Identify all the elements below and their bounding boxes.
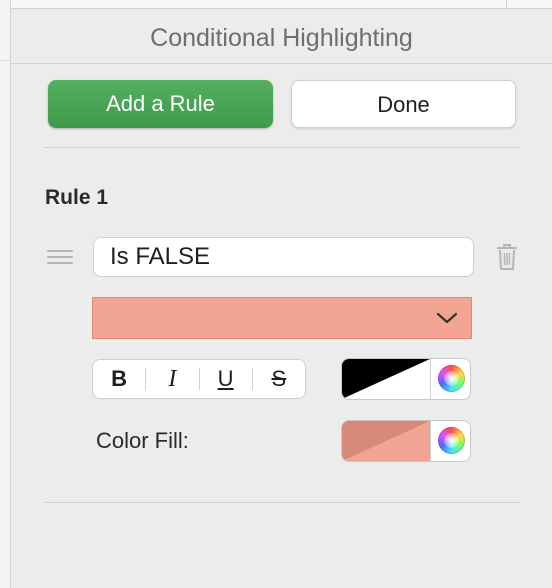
chevron-down-icon (436, 312, 458, 324)
text-color-well[interactable] (341, 358, 471, 400)
color-wheel-icon (438, 427, 465, 454)
color-fill-label: Color Fill: (96, 428, 189, 453)
spreadsheet-top-edge (11, 0, 552, 9)
italic-button[interactable]: I (146, 359, 198, 399)
spreadsheet-edge (0, 0, 11, 588)
trash-icon[interactable] (495, 242, 519, 272)
bold-button[interactable]: B (93, 359, 145, 399)
fill-color-swatch[interactable] (342, 421, 430, 461)
rule-title: Rule 1 (45, 186, 109, 209)
column-divider (506, 0, 507, 8)
done-button[interactable]: Done (291, 80, 516, 128)
rule-condition-field[interactable]: Is FALSE (93, 237, 474, 277)
text-color-swatch[interactable] (342, 359, 430, 399)
section-divider (44, 147, 520, 148)
strikethrough-button[interactable]: S (253, 359, 305, 399)
fill-color-picker-button[interactable] (430, 421, 470, 461)
row-divider (0, 60, 10, 61)
add-rule-button[interactable]: Add a Rule (48, 80, 273, 128)
drag-handle-icon[interactable] (47, 250, 73, 266)
panel-title: Conditional Highlighting (150, 24, 413, 52)
text-format-group: B I U S (92, 359, 306, 399)
fill-color-well[interactable] (341, 420, 471, 462)
text-color-picker-button[interactable] (430, 359, 470, 399)
header-divider (11, 63, 552, 64)
underline-button[interactable]: U (200, 359, 252, 399)
style-preset-dropdown[interactable] (92, 297, 472, 339)
section-divider (44, 502, 520, 503)
color-wheel-icon (438, 365, 465, 392)
